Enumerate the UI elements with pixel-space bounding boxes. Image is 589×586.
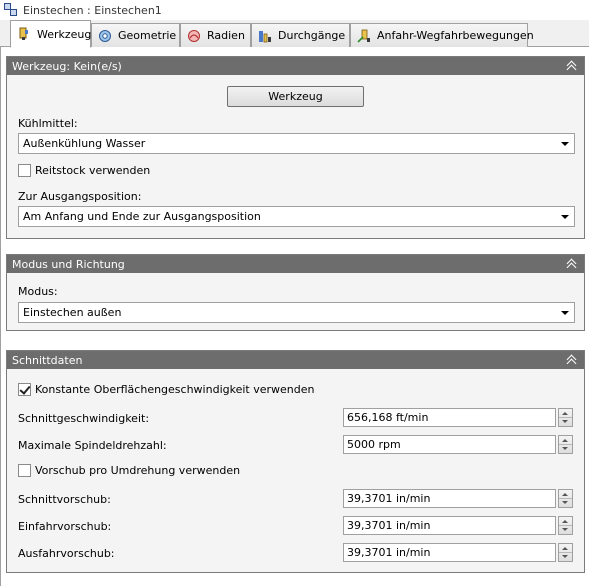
css-label: Konstante Oberflächengeschwindigkeit ver… [35,383,315,396]
tab-werkzeug[interactable]: Werkzeug [10,20,91,48]
tool-panel-title: Werkzeug: Kein(e/s) [12,59,122,73]
tab-radien[interactable]: Radien [180,23,251,47]
tool-panel: Werkzeug: Kein(e/s) Werkzeug Kühlmittel:… [6,56,585,239]
css-checkbox[interactable] [18,383,31,396]
collapse-icon[interactable] [566,60,578,72]
lead-in-feed-spinner[interactable] [558,516,573,535]
tab-geometrie[interactable]: Geometrie [91,23,180,47]
coolant-label: Kühlmittel: [18,117,78,130]
cutting-feed-spinner[interactable] [558,489,573,508]
tool-panel-header[interactable]: Werkzeug: Kein(e/s) [7,57,584,75]
window-title: Einstechen : Einstechen1 [23,3,162,17]
feed-per-rev-label: Vorschub pro Umdrehung verwenden [35,464,241,477]
tailstock-checkbox[interactable] [18,164,31,177]
css-checkbox-row[interactable]: Konstante Oberflächengeschwindigkeit ver… [18,383,314,396]
tailstock-label: Reitstock verwenden [35,164,151,177]
cutting-data-panel: Schnittdaten Konstante Oberflächengeschw… [6,350,585,573]
geometry-icon [99,29,111,42]
chevron-down-icon [561,142,569,146]
max-spindle-label: Maximale Spindeldrehzahl: [18,439,167,452]
mode-select[interactable]: Einstechen außen [18,302,575,323]
radii-icon [188,29,200,42]
cutting-feed-label: Schnittvorschub: [18,493,111,506]
passes-icon [259,30,271,42]
mode-panel-header[interactable]: Modus und Richtung [7,255,584,273]
max-spindle-input[interactable]: 5000 rpm [343,435,556,454]
coolant-select[interactable]: Außenkühlung Wasser [18,133,575,154]
tab-strip: Werkzeug Geometrie Radien Durchgänge Anf… [0,20,589,48]
cutting-speed-spinner[interactable] [558,408,573,427]
collapse-icon[interactable] [566,258,578,270]
cutting-speed-input[interactable]: 656,168 ft/min [343,408,556,427]
lead-in-feed-label: Einfahrvorschub: [18,520,112,533]
select-tool-button[interactable]: Werkzeug [227,86,364,107]
cutting-feed-input[interactable]: 39,3701 in/min [343,489,556,508]
title-bar: Einstechen : Einstechen1 [0,0,589,20]
lead-out-feed-input[interactable]: 39,3701 in/min [343,543,556,562]
lead-out-feed-spinner[interactable] [558,543,573,562]
cutting-speed-label: Schnittgeschwindigkeit: [18,412,150,425]
linking-icon [357,29,370,43]
chevron-down-icon [561,311,569,315]
tab-content: Werkzeug: Kein(e/s) Werkzeug Kühlmittel:… [0,47,589,586]
tab-durchgaenge[interactable]: Durchgänge [251,23,350,47]
cutting-data-panel-header[interactable]: Schnittdaten [7,351,584,369]
cutting-data-panel-title: Schnittdaten [12,353,83,367]
mode-label: Modus: [18,285,58,298]
feed-per-rev-checkbox[interactable] [18,464,31,477]
collapse-icon[interactable] [566,354,578,366]
operation-icon [4,3,18,17]
lead-in-feed-input[interactable]: 39,3701 in/min [343,516,556,535]
home-position-label: Zur Ausgangsposition: [18,190,142,203]
mode-panel-title: Modus und Richtung [12,257,125,271]
tab-anfahr-wegfahrbewegungen[interactable]: Anfahr-Wegfahrbewegungen [350,23,534,47]
tailstock-checkbox-row[interactable]: Reitstock verwenden [18,164,150,177]
max-spindle-spinner[interactable] [558,435,573,454]
mode-panel: Modus und Richtung Modus: Einstechen auß… [6,254,585,331]
lead-out-feed-label: Ausfahrvorschub: [18,547,115,560]
tool-holder-icon [19,27,28,40]
chevron-down-icon [561,215,569,219]
home-position-select[interactable]: Am Anfang und Ende zur Ausgangsposition [18,206,575,227]
feed-per-rev-checkbox-row[interactable]: Vorschub pro Umdrehung verwenden [18,464,240,477]
